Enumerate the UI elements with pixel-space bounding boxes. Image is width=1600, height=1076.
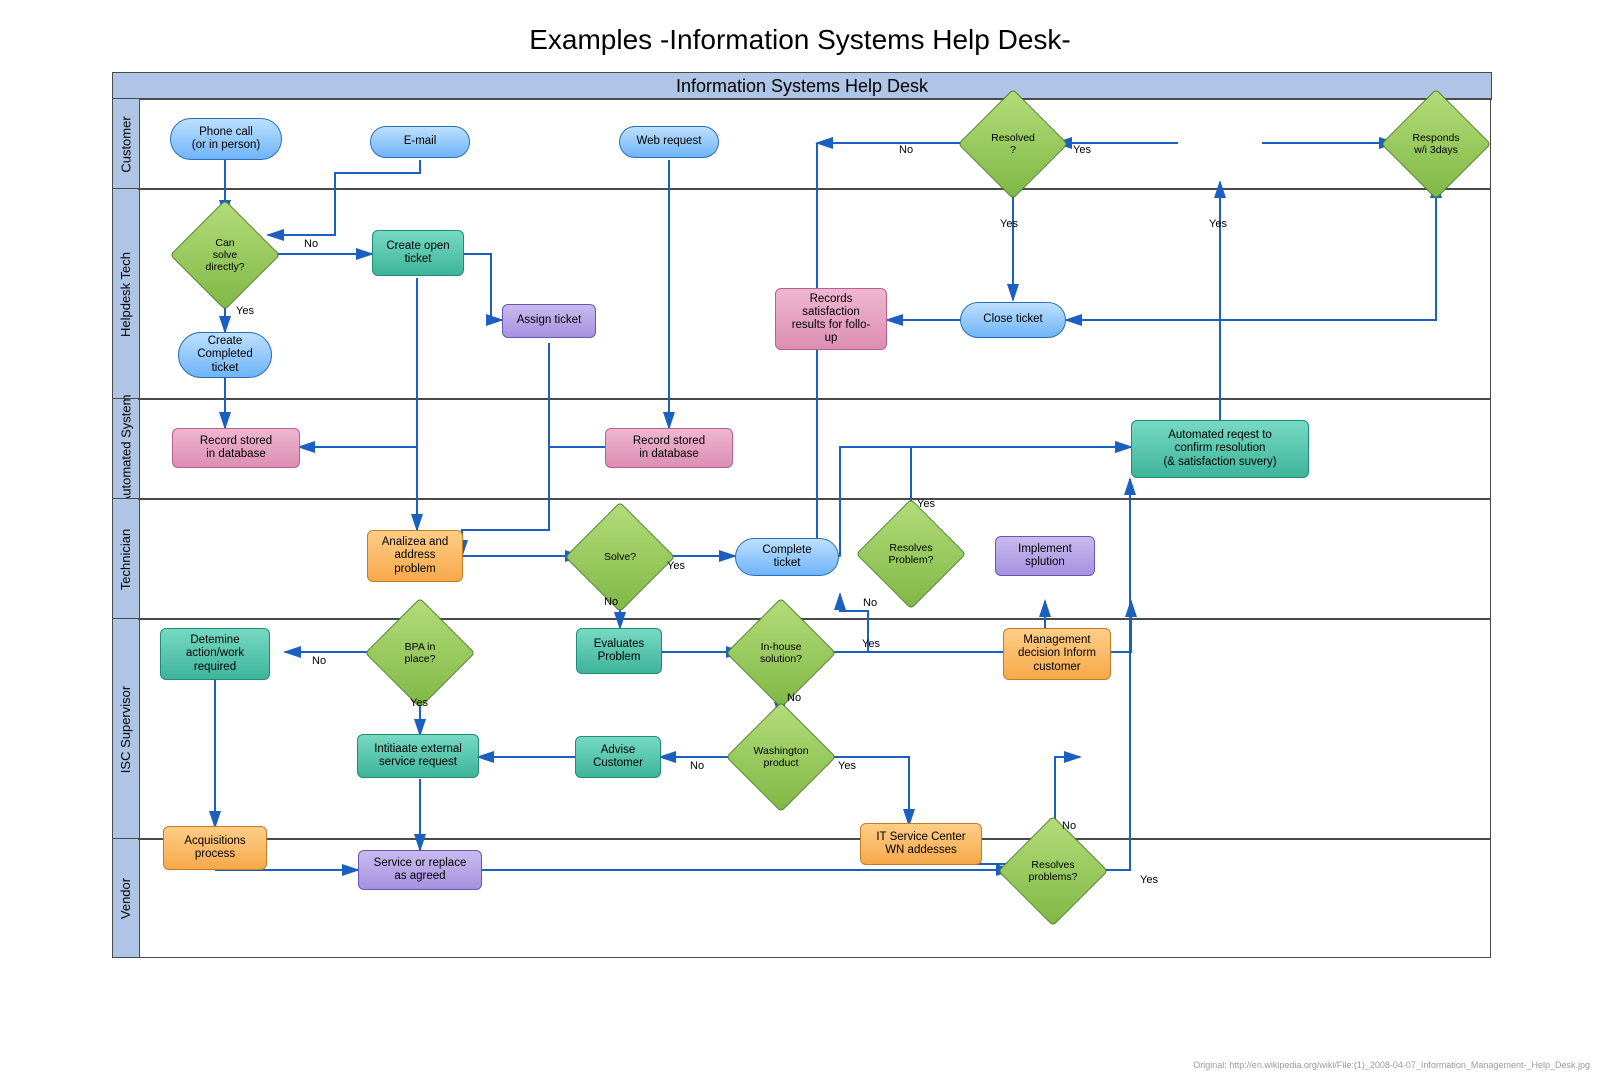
node-email: E-mail <box>370 126 470 158</box>
node-web-request: Web request <box>619 126 719 158</box>
lane-label-helpdesk: Helpdesk Tech <box>112 188 140 400</box>
edge-label: Yes <box>1140 874 1158 886</box>
node-inhouse: In-housesolution? <box>742 614 820 692</box>
edge-label: No <box>304 238 318 250</box>
pool-header: Information Systems Help Desk <box>112 72 1492 100</box>
edge-label: Yes <box>838 760 856 772</box>
edge-label: Yes <box>410 697 428 709</box>
node-close-ticket: Close ticket <box>960 302 1066 338</box>
edge-label: Yes <box>1073 144 1091 156</box>
credit-text: Original: http://en.wikipedia.org/wiki/F… <box>1193 1060 1590 1070</box>
node-it-service-center: IT Service CenterWN addesses <box>860 823 982 865</box>
node-create-open-ticket: Create openticket <box>372 230 464 276</box>
node-initiate-external: Intitiaate externalservice request <box>357 734 479 778</box>
node-advise-customer: AdviseCustomer <box>575 736 661 778</box>
node-washington: Washingtonproduct <box>742 718 820 796</box>
edge-label: No <box>690 760 704 772</box>
node-evaluates-problem: EvaluatesProblem <box>576 628 662 674</box>
node-resolves-problem: ResolvesProblem? <box>872 515 950 593</box>
node-analize-problem: Analizea andaddressproblem <box>367 530 463 582</box>
edge-label: No <box>1062 820 1076 832</box>
edge-label: No <box>312 655 326 667</box>
node-determine-action: Detemineaction/workrequired <box>160 628 270 680</box>
node-can-solve: Cansolvedirectly? <box>186 216 264 294</box>
edge-label: No <box>787 692 801 704</box>
edge-label: Yes <box>1209 218 1227 230</box>
edge-label: Yes <box>917 498 935 510</box>
edge-label: Yes <box>667 560 685 572</box>
page-title: Examples -Information Systems Help Desk- <box>0 24 1600 56</box>
lane-label-customer: Customer <box>112 98 140 190</box>
lane-vendor <box>138 838 1491 958</box>
edge-label: Yes <box>236 305 254 317</box>
edge-label: Yes <box>862 638 880 650</box>
node-complete-ticket: Completeticket <box>735 538 839 576</box>
node-solve: Solve? <box>581 518 659 596</box>
node-resolves-problems-2: Resolvesproblems? <box>1014 832 1092 910</box>
lane-label-technician: Technician <box>112 498 140 620</box>
lane-customer <box>138 98 1491 190</box>
node-responds: Respondsw/i 3days <box>1397 105 1475 183</box>
lane-label-automated: Automated System <box>112 398 140 500</box>
node-record-stored-1: Record storedin database <box>172 428 300 468</box>
node-records-satisfaction: Recordssatisfactionresults for follo-up <box>775 288 887 350</box>
node-bpa: BPA inplace? <box>381 614 459 692</box>
edge-label: No <box>863 597 877 609</box>
node-automated-request: Automated reqest toconfirm resolution(& … <box>1131 420 1309 478</box>
edge-label: No <box>899 144 913 156</box>
node-create-completed-ticket: CreateCompletedticket <box>178 332 272 378</box>
lane-label-supervisor: ISC Supervisor <box>112 618 140 840</box>
node-management-decision: Managementdecision Informcustomer <box>1003 628 1111 680</box>
node-assign-ticket: Assign ticket <box>502 304 596 338</box>
edge-label: No <box>604 596 618 608</box>
swimlane-diagram: Examples -Information Systems Help Desk-… <box>0 0 1600 1076</box>
edge-label: Yes <box>1000 218 1018 230</box>
node-implement-solution: Implementsplution <box>995 536 1095 576</box>
node-resolved: Resolved? <box>974 105 1052 183</box>
node-acquisitions: Acquisitionsprocess <box>163 826 267 870</box>
node-phone-call: Phone call(or in person) <box>170 118 282 160</box>
lane-label-vendor: Vendor <box>112 838 140 958</box>
node-service-or-replace: Service or replaceas agreed <box>358 850 482 890</box>
node-record-stored-2: Record storedin database <box>605 428 733 468</box>
